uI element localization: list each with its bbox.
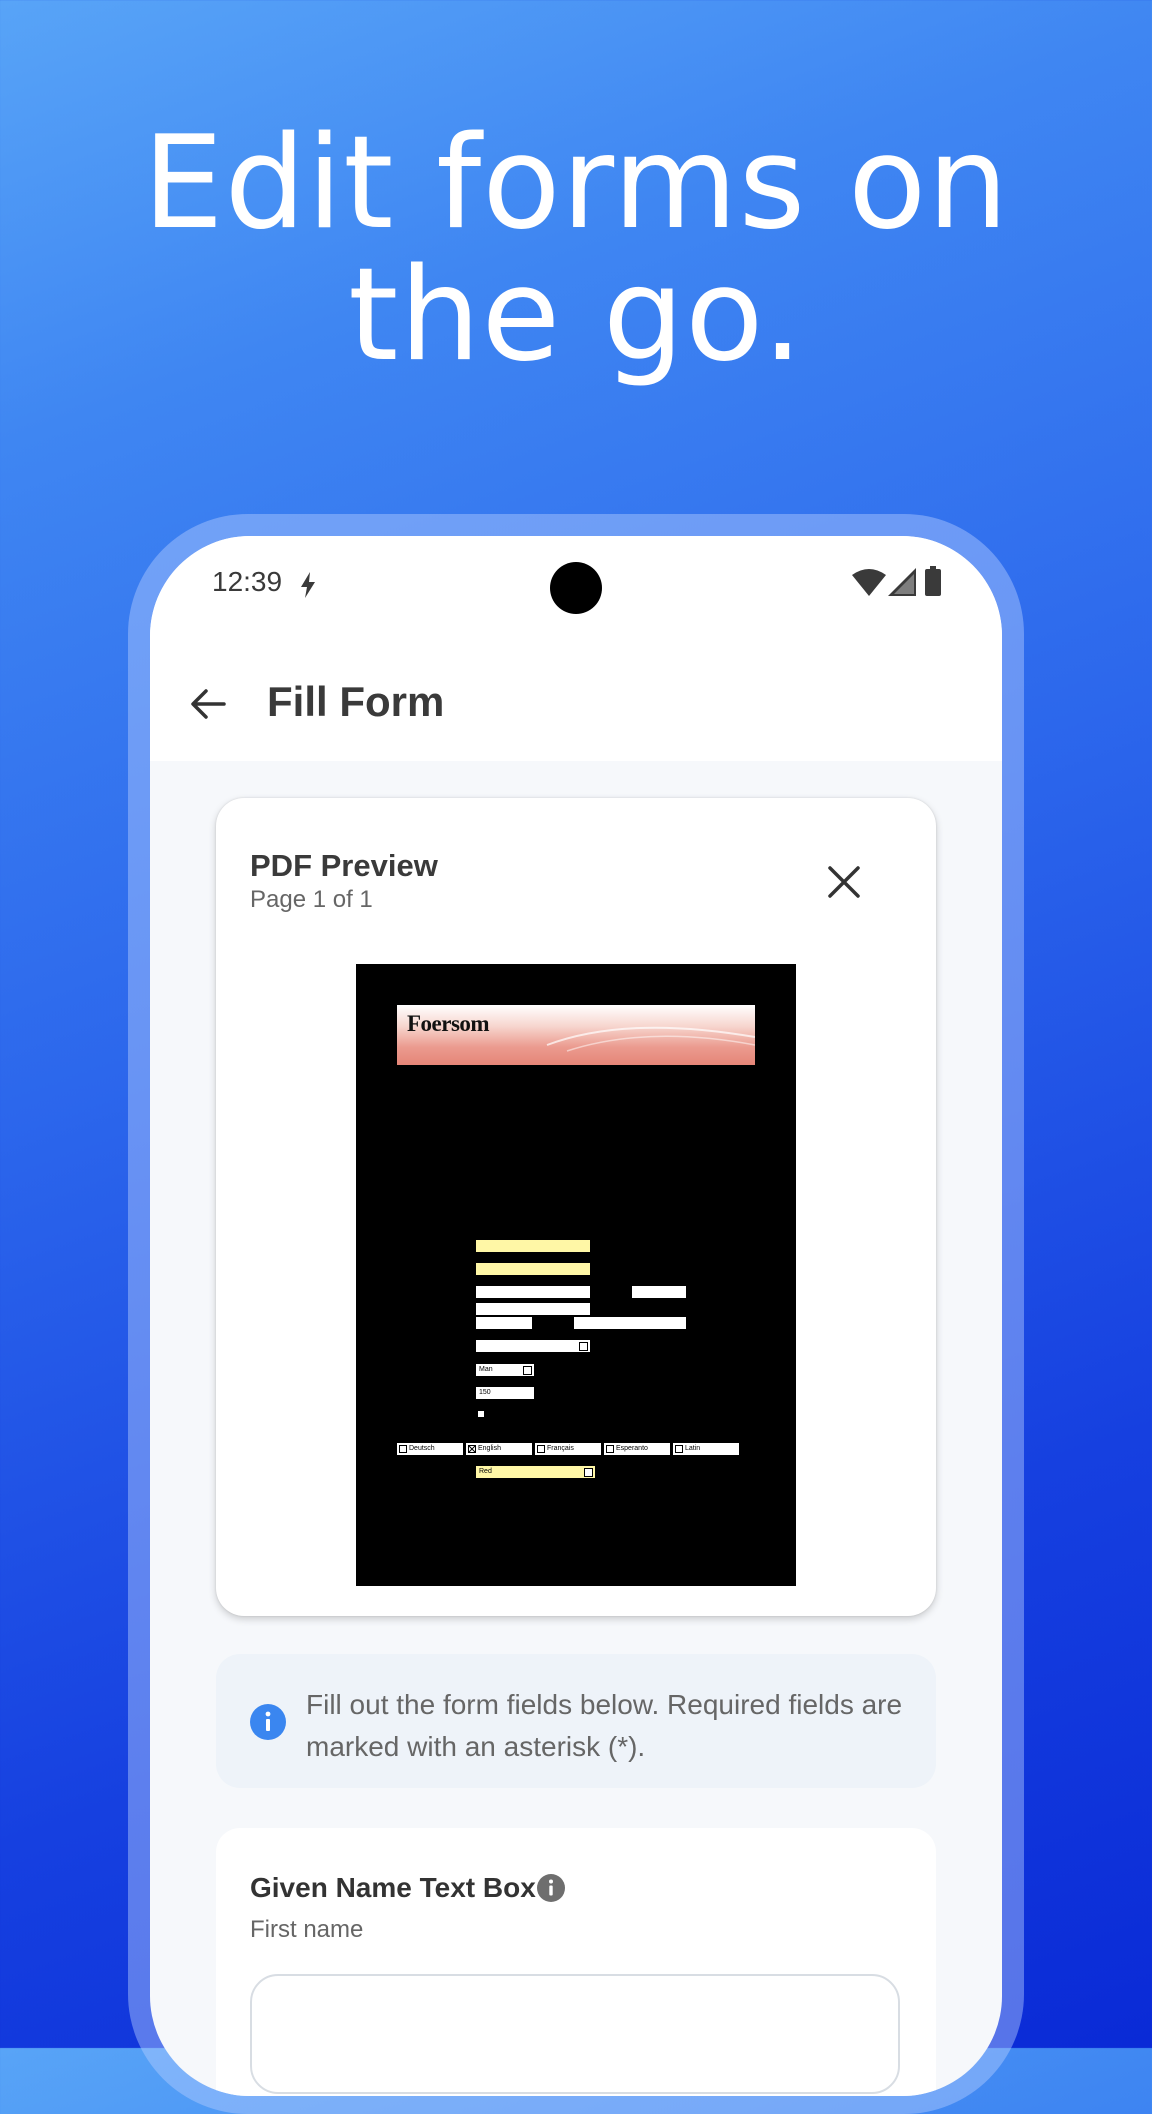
info-text: Fill out the form fields below. Required… xyxy=(306,1689,903,1762)
pdf-gender-dropdown-arrow xyxy=(523,1366,532,1375)
pdf-lang-esperanto: Esperanto xyxy=(604,1443,670,1455)
headline: Edit forms on the go. xyxy=(0,118,1152,382)
pdf-lang-latin-checkbox xyxy=(675,1445,683,1453)
pdf-lang-english-check-mark xyxy=(468,1445,476,1453)
pdf-field-family-name xyxy=(476,1263,590,1275)
info-help-icon[interactable] xyxy=(536,1873,566,1903)
pdf-field-height: 150 xyxy=(476,1387,534,1399)
headline-line-2: the go. xyxy=(348,241,804,390)
pdf-colour-value: Red xyxy=(479,1468,492,1475)
info-icon xyxy=(250,1704,286,1740)
pdf-lang-francais-label: Français xyxy=(547,1445,574,1452)
pdf-lang-deutsch: Deutsch xyxy=(397,1443,463,1455)
pdf-country-dropdown-arrow xyxy=(579,1342,588,1351)
pdf-lang-latin: Latin xyxy=(673,1443,739,1455)
pdf-field-favourite-colour: Red xyxy=(476,1466,595,1478)
signal-icon xyxy=(888,568,916,596)
pdf-field-house-nr xyxy=(632,1286,686,1298)
pdf-lang-english: English xyxy=(466,1443,532,1455)
pdf-field-address-1 xyxy=(476,1286,590,1298)
headline-line-1: Edit forms on xyxy=(142,109,1010,258)
preview-page-info: Page 1 of 1 xyxy=(250,886,373,913)
pdf-colour-dropdown-arrow xyxy=(584,1468,593,1477)
info-banner: Fill out the form fields below. Required… xyxy=(216,1654,936,1788)
pdf-field-country xyxy=(476,1340,590,1352)
form-field-card: Given Name Text Box First name xyxy=(216,1828,936,2096)
pdf-gender-value: Man xyxy=(479,1366,493,1373)
pdf-lang-latin-label: Latin xyxy=(685,1445,701,1452)
pdf-preview-card: PDF Preview Page 1 of 1 Foersom Man 150 … xyxy=(216,798,936,1616)
battery-icon xyxy=(925,566,941,596)
charging-icon xyxy=(301,572,315,598)
pdf-field-given-name xyxy=(476,1240,590,1252)
back-arrow-icon[interactable] xyxy=(184,680,232,728)
camera-cutout xyxy=(550,562,602,614)
wifi-icon xyxy=(852,569,886,596)
pdf-field-city xyxy=(574,1317,686,1329)
pdf-header-banner: Foersom xyxy=(397,1005,755,1065)
phone-screen: 12:39 Fill Form PDF Preview Page 1 of 1 xyxy=(150,536,1002,2096)
given-name-input[interactable] xyxy=(250,1974,900,2094)
pdf-lang-francais: Français xyxy=(535,1443,601,1455)
pdf-field-postcode xyxy=(476,1317,532,1329)
pdf-lang-deutsch-label: Deutsch xyxy=(409,1445,435,1452)
field-hint: First name xyxy=(250,1916,364,1943)
pdf-lang-deutsch-checkbox xyxy=(399,1445,407,1453)
pdf-lang-esperanto-checkbox xyxy=(606,1445,614,1453)
pdf-height-value: 150 xyxy=(479,1389,491,1396)
pdf-driving-licence-checkbox xyxy=(477,1410,485,1418)
pdf-field-address-2 xyxy=(476,1303,590,1315)
status-bar: 12:39 xyxy=(150,536,1002,646)
pdf-page-thumbnail[interactable]: Foersom Man 150 Deutsch English Français… xyxy=(356,964,796,1586)
pdf-logo-text: Foersom xyxy=(407,1011,490,1036)
pdf-lang-english-label: English xyxy=(478,1445,501,1452)
field-label: Given Name Text Box xyxy=(250,1872,536,1903)
app-bar: Fill Form xyxy=(150,646,1002,761)
pdf-lang-esperanto-label: Esperanto xyxy=(616,1445,648,1452)
page-title: Fill Form xyxy=(267,678,445,725)
preview-title: PDF Preview xyxy=(250,848,438,883)
pdf-lang-francais-checkbox xyxy=(537,1445,545,1453)
status-time: 12:39 xyxy=(212,566,283,597)
close-icon[interactable] xyxy=(822,860,866,904)
